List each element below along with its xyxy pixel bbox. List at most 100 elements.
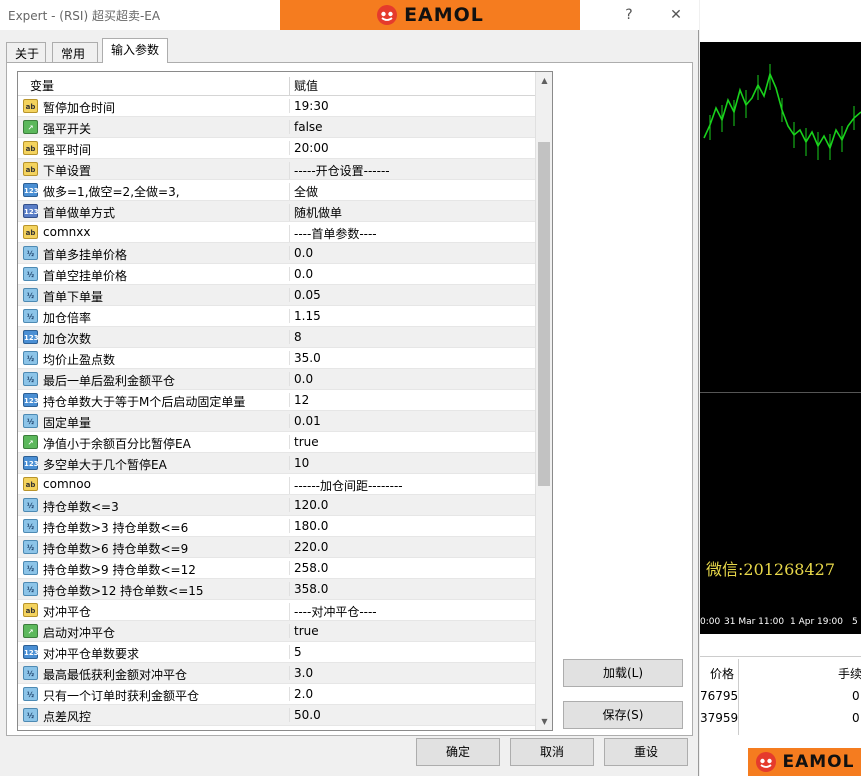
param-type-float-icon: ½: [23, 708, 38, 722]
price-candles: [703, 64, 861, 160]
cancel-button[interactable]: 取消: [510, 738, 594, 766]
brand-banner: EAMOL: [280, 0, 580, 30]
param-value[interactable]: ----对冲平仓----: [289, 603, 527, 620]
table-row[interactable]: ½ 加仓倍率 1.15: [18, 306, 536, 327]
table-row[interactable]: ab 下单设置 -----开仓设置------: [18, 159, 536, 180]
table-row[interactable]: ½ 首单下单量 0.05: [18, 285, 536, 306]
table-row[interactable]: ↗ 强平开关 false: [18, 117, 536, 138]
param-value[interactable]: 0.01: [289, 414, 527, 428]
help-button[interactable]: ?: [618, 4, 640, 26]
param-value[interactable]: true: [289, 435, 527, 449]
table-row[interactable]: ½ 持仓单数>12 持仓单数<=15 358.0: [18, 579, 536, 600]
param-name: 持仓单数大于等于M个后启动固定单量: [43, 395, 246, 409]
param-name: 首单空挂单价格: [43, 269, 128, 283]
background-chart-window: 微信:201268427 0:00 31 Mar 11:00 1 Apr 19:…: [700, 0, 861, 776]
table-row[interactable]: ½ 点差风控 50.0: [18, 705, 536, 726]
param-value[interactable]: 0.05: [289, 288, 527, 302]
reset-button[interactable]: 重设: [604, 738, 688, 766]
scroll-thumb[interactable]: [538, 142, 550, 486]
param-value[interactable]: 20:00: [289, 141, 527, 155]
table-row[interactable]: ½ 持仓单数>6 持仓单数<=9 220.0: [18, 537, 536, 558]
param-value[interactable]: 220.0: [289, 540, 527, 554]
table-row[interactable]: ½ 首单空挂单价格 0.0: [18, 264, 536, 285]
scroll-up-arrow-icon[interactable]: ▲: [536, 72, 552, 89]
param-name: 净值小于余额百分比暂停EA: [43, 437, 191, 451]
param-type-123-icon: 123: [23, 645, 39, 659]
table-row[interactable]: 123 持仓单数大于等于M个后启动固定单量 12: [18, 390, 536, 411]
table-row[interactable]: ½ 持仓单数>9 持仓单数<=12 258.0: [18, 558, 536, 579]
param-value[interactable]: ------加仓间距--------: [289, 477, 527, 494]
param-type-ab-icon: ab: [23, 162, 38, 176]
table-row[interactable]: ab 对冲平仓 ----对冲平仓----: [18, 600, 536, 621]
param-name: 固定单量: [43, 416, 92, 430]
param-value[interactable]: 0.0: [289, 246, 527, 260]
param-type-ab-icon: ab: [23, 477, 38, 491]
scroll-down-arrow-icon[interactable]: ▼: [536, 713, 552, 730]
table-row[interactable]: ab comnoo ------加仓间距--------: [18, 474, 536, 495]
close-button[interactable]: ✕: [665, 4, 687, 26]
column-header-value[interactable]: 赋值: [289, 77, 318, 95]
param-name: 加仓倍率: [43, 311, 92, 325]
param-value[interactable]: 0.0: [289, 267, 527, 281]
table-row[interactable]: 123 做多=1,做空=2,全做=3, 全做: [18, 180, 536, 201]
param-name: 最后一单后盈利金额平仓: [43, 374, 176, 388]
param-name: 持仓单数<=3: [43, 500, 119, 514]
param-value[interactable]: true: [289, 624, 527, 638]
param-value[interactable]: 5: [289, 645, 527, 659]
grid-vertical-scrollbar[interactable]: ▲ ▼: [535, 72, 552, 730]
param-value[interactable]: 180.0: [289, 519, 527, 533]
param-value[interactable]: 12: [289, 393, 527, 407]
table-row[interactable]: ab comnxx ----首单参数----: [18, 222, 536, 243]
table-row[interactable]: ½ 持仓单数<=3 120.0: [18, 495, 536, 516]
table-row[interactable]: ab 暂停加仓时间 19:30: [18, 96, 536, 117]
param-value[interactable]: 3.0: [289, 666, 527, 680]
param-value[interactable]: 全做: [289, 183, 527, 200]
param-value[interactable]: ----首单参数----: [289, 225, 527, 242]
table-row[interactable]: ½ 最后一单后盈利金额平仓 0.0: [18, 369, 536, 390]
param-value[interactable]: 2.0: [289, 687, 527, 701]
fee-column-header: 手续: [838, 667, 861, 681]
param-value[interactable]: 50.0: [289, 708, 527, 722]
table-row[interactable]: ↗ 启动对冲平仓 true: [18, 621, 536, 642]
save-button[interactable]: 保存(S): [563, 701, 683, 729]
title-bar: Expert - (RSI) 超买超卖-EA EAMOL ? ✕: [0, 0, 699, 30]
table-row[interactable]: 123 多空单大于几个暂停EA 10: [18, 453, 536, 474]
table-row[interactable]: 123 对冲平仓单数要求 5: [18, 642, 536, 663]
brand-logo: EAMOL: [376, 4, 484, 26]
param-value[interactable]: 10: [289, 456, 527, 470]
table-row[interactable]: ½ 首单多挂单价格 0.0: [18, 243, 536, 264]
param-name: 对冲平仓单数要求: [43, 647, 140, 661]
param-value[interactable]: -----开仓设置------: [289, 162, 527, 179]
param-value[interactable]: 358.0: [289, 582, 527, 596]
tab-about[interactable]: 关于: [6, 42, 46, 62]
eamol-logo-icon: [377, 5, 398, 25]
table-row[interactable]: ½ 均价止盈点数 35.0: [18, 348, 536, 369]
column-header-variable[interactable]: 变量: [30, 77, 54, 94]
table-row[interactable]: ↗ 净值小于余额百分比暂停EA true: [18, 432, 536, 453]
table-row[interactable]: ½ 固定单量 0.01: [18, 411, 536, 432]
table-row[interactable]: 123 首单做单方式 随机做单: [18, 201, 536, 222]
param-value[interactable]: 1.15: [289, 309, 527, 323]
param-value[interactable]: 120.0: [289, 498, 527, 512]
param-type-ab-icon: ab: [23, 141, 38, 155]
param-value[interactable]: 35.0: [289, 351, 527, 365]
ok-button[interactable]: 确定: [416, 738, 500, 766]
param-value[interactable]: 258.0: [289, 561, 527, 575]
param-type-float-icon: ½: [23, 498, 38, 512]
param-value[interactable]: 19:30: [289, 99, 527, 113]
tab-inputs[interactable]: 输入参数: [102, 38, 168, 63]
table-row[interactable]: ½ 只有一个订单时获利金额平仓 2.0: [18, 684, 536, 705]
param-type-float-icon: ½: [23, 582, 38, 596]
table-row[interactable]: 123 加仓次数 8: [18, 327, 536, 348]
table-row[interactable]: ½ 最高最低获利金额对冲平仓 3.0: [18, 663, 536, 684]
param-value[interactable]: false: [289, 120, 527, 134]
param-value[interactable]: 0.0: [289, 372, 527, 386]
table-row[interactable]: ½ 持仓单数>3 持仓单数<=6 180.0: [18, 516, 536, 537]
param-value[interactable]: 随机做单: [289, 204, 527, 221]
tab-common[interactable]: 常用: [52, 42, 98, 62]
load-button[interactable]: 加载(L): [563, 659, 683, 687]
table-row[interactable]: ab 强平时间 20:00: [18, 138, 536, 159]
param-value[interactable]: 8: [289, 330, 527, 344]
param-name: 对冲平仓: [43, 605, 92, 619]
param-name: comnxx: [43, 225, 91, 239]
